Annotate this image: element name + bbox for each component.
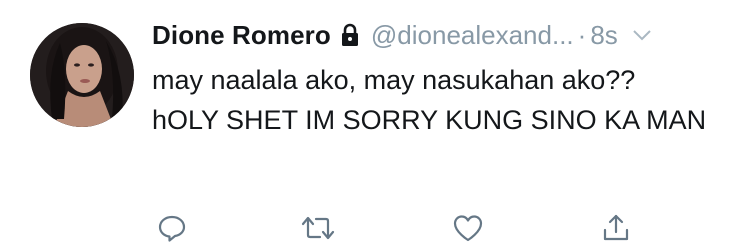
- user-handle[interactable]: @dionealexand...: [371, 20, 574, 51]
- chevron-down-icon[interactable]: [632, 28, 652, 42]
- heart-icon: [453, 215, 483, 242]
- tweet-content: Dione Romero @dionealexand... · 8s may n…: [152, 14, 732, 140]
- share-icon: [603, 214, 629, 241]
- retweet-icon: [301, 216, 335, 240]
- reply-button[interactable]: [154, 210, 190, 246]
- tweet-card[interactable]: Dione Romero @dionealexand... · 8s may n…: [0, 0, 750, 247]
- tweet-header: Dione Romero @dionealexand... · 8s: [152, 14, 732, 56]
- profile-photo-image: [30, 23, 134, 127]
- timestamp[interactable]: 8s: [590, 20, 617, 51]
- tweet-actions: [152, 214, 632, 247]
- reply-icon: [158, 215, 186, 242]
- avatar[interactable]: [30, 23, 134, 127]
- like-button[interactable]: [450, 210, 486, 246]
- separator-dot: ·: [577, 19, 587, 50]
- lock-icon: [339, 23, 361, 47]
- display-name[interactable]: Dione Romero: [152, 20, 331, 51]
- retweet-button[interactable]: [300, 210, 336, 246]
- share-button[interactable]: [598, 210, 634, 246]
- tweet-text: may naalala ako, may nasukahan ako?? hOL…: [152, 65, 707, 135]
